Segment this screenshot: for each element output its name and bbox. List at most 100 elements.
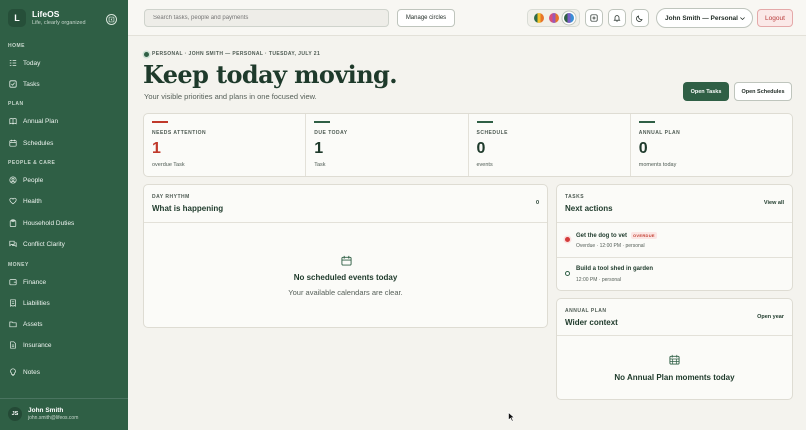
stat-sub: events bbox=[476, 162, 493, 168]
stat-accent-bar bbox=[476, 121, 493, 123]
logout-button[interactable]: Logout bbox=[757, 9, 793, 27]
day-rhythm-panel: DAY RHYTHM What is happening 0 No schedu… bbox=[143, 184, 548, 328]
sidebar-divider bbox=[0, 398, 128, 399]
panel-divider bbox=[557, 222, 792, 223]
manage-circles-button[interactable]: Manage circles bbox=[397, 9, 455, 27]
collapse-sidebar-button[interactable] bbox=[106, 14, 117, 25]
account-label: John Smith — Personal bbox=[665, 14, 738, 22]
panel-eyebrow: DAY RHYTHM bbox=[152, 194, 190, 200]
stat-label: SCHEDULE bbox=[476, 130, 509, 136]
empty-state-subtitle: Your available calendars are clear. bbox=[288, 288, 403, 297]
panel-divider bbox=[557, 335, 792, 336]
chevron-down-icon bbox=[740, 16, 745, 20]
annual-plan-panel: ANNUAL PLAN Wider context Open year No A… bbox=[556, 298, 793, 400]
quick-add-button[interactable] bbox=[585, 9, 603, 27]
stat-annual-plan[interactable]: ANNUAL PLAN 0 moments today bbox=[631, 114, 792, 176]
task-title: Build a tool shed in garden bbox=[576, 266, 654, 272]
user-circle-icon bbox=[9, 176, 17, 184]
notifications-button[interactable] bbox=[608, 9, 626, 27]
event-count: 0 bbox=[535, 200, 539, 206]
section-label-people-care: PEOPLE & CARE bbox=[8, 160, 56, 166]
brand[interactable]: L LifeOS Life, clearly organized bbox=[8, 9, 86, 27]
sidebar-item-notes[interactable]: Notes bbox=[6, 365, 122, 379]
user-profile[interactable]: JS John Smith john.smith@lifeos.com bbox=[8, 406, 78, 422]
mouse-cursor-icon bbox=[508, 412, 516, 422]
stat-accent-bar bbox=[314, 121, 331, 123]
open-tasks-button[interactable]: Open Tasks bbox=[683, 82, 729, 101]
stats-strip: NEEDS ATTENTION 1 overdue Task DUE TODAY… bbox=[143, 113, 793, 177]
receipt-icon bbox=[10, 299, 16, 307]
panel-title: Next actions bbox=[565, 204, 613, 213]
sidebar-item-label: Insurance bbox=[23, 341, 52, 349]
sidebar-item-health[interactable]: Health bbox=[6, 194, 122, 208]
section-label-plan: PLAN bbox=[8, 101, 24, 107]
bell-icon bbox=[613, 15, 621, 22]
stat-needs-attention[interactable]: NEEDS ATTENTION 1 overdue Task bbox=[144, 114, 307, 176]
sidebar-item-label: Conflict Clarity bbox=[23, 240, 65, 248]
account-switcher[interactable]: John Smith — Personal bbox=[656, 8, 753, 28]
stat-label: DUE TODAY bbox=[314, 130, 348, 136]
stat-due-today[interactable]: DUE TODAY 1 Task bbox=[306, 114, 469, 176]
check-square-icon bbox=[9, 80, 17, 88]
stat-value: 0 bbox=[476, 140, 486, 157]
open-year-link[interactable]: Open year bbox=[757, 314, 784, 320]
section-label-money: MONEY bbox=[8, 262, 29, 268]
calendar-icon bbox=[9, 139, 17, 147]
circle-switcher bbox=[527, 9, 580, 27]
task-meta: Overdue · 12:00 PM · personal bbox=[576, 243, 645, 249]
sidebar-item-label: Household Duties bbox=[23, 219, 75, 227]
sidebar-item-label: Annual Plan bbox=[23, 117, 59, 125]
sidebar-item-label: Finance bbox=[23, 278, 47, 286]
page-subtitle: Your visible priorities and plans in one… bbox=[144, 92, 317, 101]
stat-value: 0 bbox=[638, 140, 648, 157]
collapse-icon bbox=[108, 16, 115, 23]
panel-title: What is happening bbox=[152, 204, 224, 213]
stat-sub: moments today bbox=[638, 162, 677, 168]
stat-schedule[interactable]: SCHEDULE 0 events bbox=[469, 114, 631, 176]
task-title: Get the dog to vet bbox=[576, 232, 627, 239]
circle-option-2[interactable] bbox=[548, 13, 559, 23]
status-dot bbox=[144, 51, 149, 57]
open-schedules-button[interactable]: Open Schedules bbox=[734, 82, 792, 101]
sidebar-item-annual-plan[interactable]: Annual Plan bbox=[6, 114, 122, 128]
sidebar-item-finance[interactable]: Finance bbox=[6, 275, 122, 289]
breadcrumb: PERSONAL · JOHN SMITH — PERSONAL · TUESD… bbox=[144, 51, 320, 57]
sidebar-item-liabilities[interactable]: Liabilities bbox=[6, 296, 122, 310]
plus-square-icon bbox=[590, 14, 598, 22]
panel-eyebrow: ANNUAL PLAN bbox=[565, 308, 607, 314]
circle-option-3[interactable] bbox=[563, 13, 574, 23]
sidebar-item-tasks[interactable]: Tasks bbox=[6, 77, 122, 91]
moon-icon bbox=[636, 15, 643, 22]
task-meta: 12:00 PM · personal bbox=[576, 277, 622, 283]
sidebar-item-label: People bbox=[23, 176, 44, 184]
sidebar-item-label: Assets bbox=[23, 320, 43, 328]
task-row[interactable]: Get the dog to vet OVERDUE Overdue · 12:… bbox=[557, 224, 792, 256]
sidebar-item-label: Tasks bbox=[23, 80, 40, 88]
panel-title: Wider context bbox=[565, 318, 618, 327]
stat-value: 1 bbox=[314, 140, 324, 157]
stat-value: 1 bbox=[152, 140, 161, 157]
panel-eyebrow: TASKS bbox=[565, 194, 585, 200]
calendar-grid-icon bbox=[669, 354, 680, 365]
theme-toggle-button[interactable] bbox=[631, 9, 649, 27]
sidebar-item-people[interactable]: People bbox=[6, 173, 122, 187]
sidebar-item-today[interactable]: Today bbox=[6, 56, 122, 70]
brand-logo: L bbox=[8, 9, 26, 27]
sidebar-item-schedules[interactable]: Schedules bbox=[6, 136, 122, 150]
sidebar: L LifeOS Life, clearly organized HOME To… bbox=[0, 0, 128, 430]
breadcrumb-text: PERSONAL · JOHN SMITH — PERSONAL · TUESD… bbox=[152, 51, 321, 57]
section-label-home: HOME bbox=[8, 43, 25, 49]
view-all-link[interactable]: View all bbox=[764, 200, 784, 206]
calendar-icon bbox=[341, 255, 352, 266]
heart-icon bbox=[9, 197, 17, 205]
sidebar-item-insurance[interactable]: Insurance bbox=[6, 338, 122, 352]
sidebar-item-assets[interactable]: Assets bbox=[6, 317, 122, 331]
avatar: JS bbox=[8, 407, 22, 421]
sidebar-item-household-duties[interactable]: Household Duties bbox=[6, 216, 122, 230]
sidebar-item-conflict-clarity[interactable]: Conflict Clarity bbox=[6, 237, 122, 251]
circle-option-1[interactable] bbox=[533, 13, 544, 23]
search-input[interactable] bbox=[144, 9, 389, 27]
task-row[interactable]: Build a tool shed in garden 12:00 PM · p… bbox=[557, 258, 792, 290]
folder-icon bbox=[9, 321, 17, 328]
task-status-indicator bbox=[565, 271, 570, 276]
